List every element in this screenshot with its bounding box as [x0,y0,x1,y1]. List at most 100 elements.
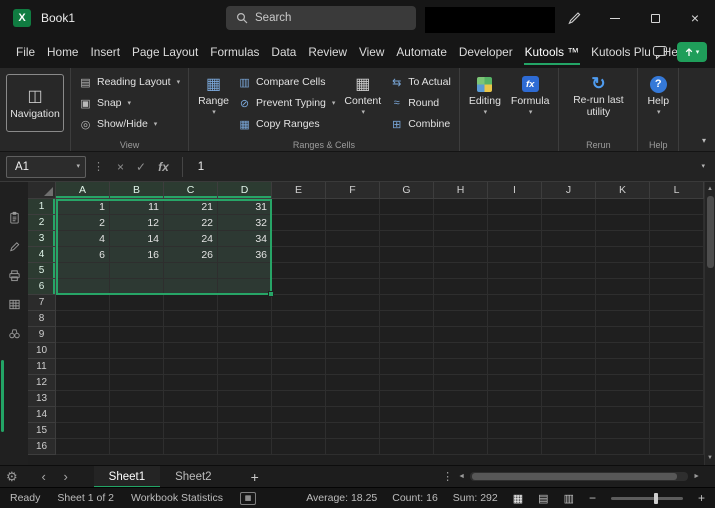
zoom-out-button[interactable]: − [589,491,596,505]
cell-E9[interactable] [272,327,326,343]
cell-I6[interactable] [488,279,542,295]
cancel-icon[interactable]: × [117,160,124,174]
cell-B7[interactable] [110,295,164,311]
cell-K11[interactable] [596,359,650,375]
menu-item-developer[interactable]: Developer [453,36,519,68]
cell-F12[interactable] [326,375,380,391]
menu-item-view[interactable]: View [353,36,390,68]
cell-J6[interactable] [542,279,596,295]
vertical-scrollbar[interactable]: ▲ ▼ [704,182,715,465]
cell-F1[interactable] [326,199,380,215]
cell-G11[interactable] [380,359,434,375]
cell-E10[interactable] [272,343,326,359]
cell-G8[interactable] [380,311,434,327]
add-sheet-button[interactable]: + [251,469,259,485]
column-header-G[interactable]: G [380,182,434,199]
cell-C15[interactable] [164,423,218,439]
pen-icon[interactable] [563,8,585,28]
cell-E4[interactable] [272,247,326,263]
cell-G12[interactable] [380,375,434,391]
cell-K14[interactable] [596,407,650,423]
cell-K4[interactable] [596,247,650,263]
insert-function-icon[interactable]: fx [158,160,169,174]
cell-G13[interactable] [380,391,434,407]
next-sheet-icon[interactable]: › [58,469,74,484]
cell-J13[interactable] [542,391,596,407]
column-header-F[interactable]: F [326,182,380,199]
expand-formula-bar-icon[interactable]: ▾ [691,163,715,170]
collapse-ribbon-icon[interactable]: ▾ [702,136,706,145]
cell-G7[interactable] [380,295,434,311]
cell-B1[interactable]: 11 [110,199,164,215]
cell-L12[interactable] [650,375,704,391]
horizontal-scrollbar-thumb[interactable] [472,473,677,480]
page-layout-view-icon[interactable]: ▤ [538,492,548,505]
cell-E14[interactable] [272,407,326,423]
row-header-11[interactable]: 11 [28,359,56,375]
zoom-in-button[interactable]: + [698,491,705,505]
cell-E5[interactable] [272,263,326,279]
select-all-corner[interactable] [28,182,56,199]
round-button[interactable]: ≈ Round [386,93,455,113]
maximize-button[interactable] [635,0,675,36]
column-header-I[interactable]: I [488,182,542,199]
cell-H8[interactable] [434,311,488,327]
cell-F9[interactable] [326,327,380,343]
content-button[interactable]: ▦ Content ▾ [339,72,386,116]
cell-H5[interactable] [434,263,488,279]
cell-E12[interactable] [272,375,326,391]
cell-K7[interactable] [596,295,650,311]
cell-I5[interactable] [488,263,542,279]
page-break-view-icon[interactable]: ▥ [564,492,574,505]
cell-D6[interactable] [218,279,272,295]
cell-H11[interactable] [434,359,488,375]
cell-B16[interactable] [110,439,164,455]
cell-C13[interactable] [164,391,218,407]
combine-button[interactable]: ⊞ Combine [386,114,455,134]
cell-J14[interactable] [542,407,596,423]
cell-E13[interactable] [272,391,326,407]
cell-G6[interactable] [380,279,434,295]
cell-H13[interactable] [434,391,488,407]
cell-D8[interactable] [218,311,272,327]
cell-J5[interactable] [542,263,596,279]
show-hide-button[interactable]: ◎ Show/Hide ▾ [75,114,184,134]
row-header-13[interactable]: 13 [28,391,56,407]
row-header-7[interactable]: 7 [28,295,56,311]
cell-D4[interactable]: 36 [218,247,272,263]
cell-D16[interactable] [218,439,272,455]
cell-F7[interactable] [326,295,380,311]
cell-K6[interactable] [596,279,650,295]
cell-I2[interactable] [488,215,542,231]
column-header-E[interactable]: E [272,182,326,199]
cell-I14[interactable] [488,407,542,423]
row-header-2[interactable]: 2 [28,215,56,231]
cell-B15[interactable] [110,423,164,439]
cell-L5[interactable] [650,263,704,279]
reading-layout-button[interactable]: ▤ Reading Layout ▾ [75,72,184,92]
cell-B12[interactable] [110,375,164,391]
cell-J2[interactable] [542,215,596,231]
cell-F5[interactable] [326,263,380,279]
cell-E11[interactable] [272,359,326,375]
row-header-14[interactable]: 14 [28,407,56,423]
cell-A9[interactable] [56,327,110,343]
cell-G10[interactable] [380,343,434,359]
cell-B11[interactable] [110,359,164,375]
cell-B2[interactable]: 12 [110,215,164,231]
scroll-right-icon[interactable]: ► [693,473,700,480]
drag-handle-icon[interactable]: ⋮ [93,160,104,173]
tab-options-icon[interactable]: ⋮ [442,470,453,483]
cell-C3[interactable]: 24 [164,231,218,247]
cell-H2[interactable] [434,215,488,231]
menu-item-data[interactable]: Data [265,36,302,68]
menu-item-kutools[interactable]: Kutools ™ [519,36,585,68]
scroll-up-icon[interactable]: ▲ [707,182,713,196]
cell-C8[interactable] [164,311,218,327]
cell-A4[interactable]: 6 [56,247,110,263]
cell-I11[interactable] [488,359,542,375]
cell-G4[interactable] [380,247,434,263]
printer-icon[interactable] [8,268,21,282]
cell-L16[interactable] [650,439,704,455]
cell-J4[interactable] [542,247,596,263]
